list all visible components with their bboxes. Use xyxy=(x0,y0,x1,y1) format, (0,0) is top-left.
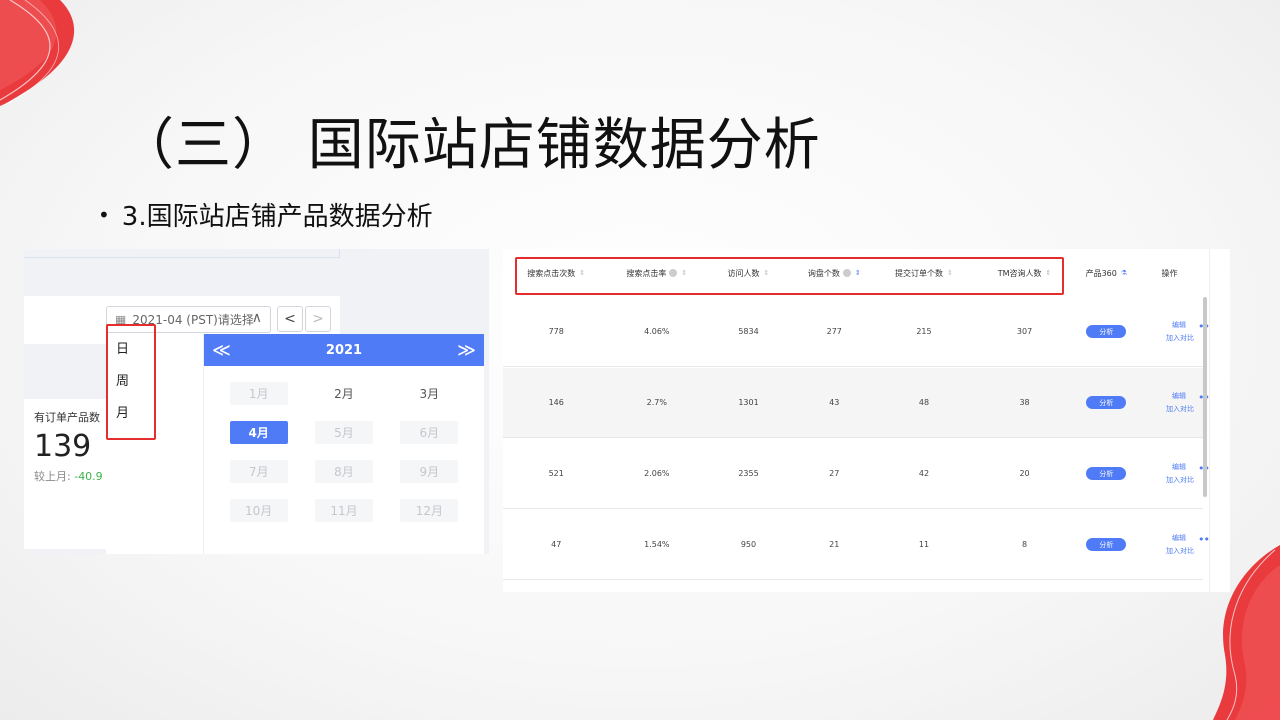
edit-link[interactable]: 编辑 xyxy=(1172,462,1186,472)
cell: 分析 xyxy=(1077,538,1136,551)
add-compare-link[interactable]: 加入对比 xyxy=(1166,404,1194,414)
top-panel-edge xyxy=(24,249,340,258)
cell: 5834 xyxy=(738,327,759,336)
cell: 521 xyxy=(548,469,564,478)
prev-period-button[interactable]: < xyxy=(277,306,303,332)
month-calendar-panel: ≪ 2021 ≫ 1月 2月 3月 4月 5月 6月 7月 8月 9月 10月 … xyxy=(204,334,484,554)
cell: 215 xyxy=(916,327,932,336)
cell: 20 xyxy=(1019,469,1030,478)
cell: 2.06% xyxy=(644,469,670,478)
month-cell[interactable]: 5月 xyxy=(314,421,373,444)
table-right-gutter xyxy=(1209,249,1230,592)
col-header-label: 产品360 xyxy=(1085,268,1117,278)
actions-cell: 编辑加入对比••• xyxy=(1136,317,1215,347)
analyze-button[interactable]: 分析 xyxy=(1086,396,1127,409)
table-row: 146 2.7% 1301 43 48 38 分析 编辑加入对比••• xyxy=(503,368,1215,438)
cell: 27 xyxy=(829,469,840,478)
edit-link[interactable]: 编辑 xyxy=(1172,320,1186,330)
edit-link[interactable]: 编辑 xyxy=(1172,391,1186,401)
cell: 47 xyxy=(551,540,562,549)
month-grid: 1月 2月 3月 4月 5月 6月 7月 8月 9月 10月 11月 12月 xyxy=(204,366,484,522)
calendar-header: ≪ 2021 ≫ xyxy=(204,334,484,366)
month-cell[interactable]: 9月 xyxy=(400,460,459,483)
col-header-label: 操作 xyxy=(1161,268,1178,278)
col-header-actions: 操作 xyxy=(1136,268,1203,279)
product-data-table-screenshot: 搜索点击次数 ⇕ 搜索点击率 ⇕ 访问人数 ⇕ 询盘个数 ⇕ 提交订单个数 ⇕ TM咨询人… xyxy=(503,249,1230,592)
next-year-icon[interactable]: ≫ xyxy=(457,340,476,361)
table-row: 778 4.06% 5834 277 215 307 分析 编辑加入对比••• xyxy=(503,297,1215,367)
analyze-button[interactable]: 分析 xyxy=(1086,538,1127,551)
analyze-button[interactable]: 分析 xyxy=(1086,467,1127,480)
cell: 1.54% xyxy=(644,540,670,549)
add-compare-link[interactable]: 加入对比 xyxy=(1166,546,1194,556)
metric-value: 139 xyxy=(34,429,92,464)
cell: 11 xyxy=(918,540,930,549)
month-cell[interactable]: 12月 xyxy=(400,499,459,522)
bullet-dot: • xyxy=(98,202,110,227)
date-picker-screenshot: ▦ 2021-04 (PST)请选择 ∧ < > 有订单产品数 139 较上月:… xyxy=(24,249,489,554)
cell: 分析 xyxy=(1077,325,1136,338)
bullet-point: • 3.国际站店铺产品数据分析 xyxy=(98,196,433,233)
calendar-year: 2021 xyxy=(325,342,363,358)
cell: 42 xyxy=(918,469,930,478)
month-cell[interactable]: 2月 xyxy=(315,382,373,405)
cell: 277 xyxy=(826,327,842,336)
cell: 778 xyxy=(548,327,564,336)
highlight-box-granularity xyxy=(106,324,156,440)
add-compare-link[interactable]: 加入对比 xyxy=(1166,333,1194,343)
slide-title: （三） 国际站店铺数据分析 xyxy=(118,113,821,178)
table-scrollbar[interactable] xyxy=(1203,297,1207,497)
next-period-button[interactable]: > xyxy=(305,306,331,332)
cell: 307 xyxy=(1016,327,1033,336)
month-cell[interactable]: 6月 xyxy=(400,421,459,444)
cell: 2355 xyxy=(738,469,759,478)
flask-icon[interactable]: ⚗ xyxy=(1121,269,1127,277)
metric-label: 有订单产品数 xyxy=(34,411,100,424)
month-cell[interactable]: 10月 xyxy=(229,499,288,522)
month-cell[interactable]: 8月 xyxy=(314,460,373,483)
metric-compare-label: 较上月: xyxy=(34,470,71,483)
red-ribbon-decoration-top-left xyxy=(0,0,75,106)
month-cell[interactable]: 11月 xyxy=(314,499,373,522)
prev-year-icon[interactable]: ≪ xyxy=(212,340,231,361)
add-compare-link[interactable]: 加入对比 xyxy=(1166,475,1194,485)
table-row: 47 1.54% 950 21 11 8 分析 编辑 加入对比 ••• xyxy=(503,510,1215,580)
month-cell[interactable]: 3月 xyxy=(400,382,458,405)
cell: 4.06% xyxy=(644,327,670,336)
cell: 43 xyxy=(829,398,840,407)
chevron-up-icon[interactable]: ∧ xyxy=(252,310,262,326)
highlight-box-metrics xyxy=(515,257,1064,295)
month-cell-selected[interactable]: 4月 xyxy=(229,421,288,444)
metric-card: 有订单产品数 139 较上月: -40.9 xyxy=(24,399,107,549)
metric-compare: 较上月: -40.9 xyxy=(34,468,103,484)
month-cell[interactable]: 7月 xyxy=(229,460,288,483)
month-cell[interactable]: 1月 xyxy=(229,382,288,405)
cell: 38 xyxy=(1019,398,1030,407)
actions-cell: 编辑加入对比••• xyxy=(1136,388,1215,418)
bullet-text: 3.国际站店铺产品数据分析 xyxy=(121,202,433,232)
col-header-product360: 产品360 ⚗ xyxy=(1077,268,1136,279)
actions-cell: 编辑加入对比••• xyxy=(1136,459,1215,489)
cell: 分析 xyxy=(1077,396,1136,409)
cell: 48 xyxy=(918,398,930,407)
cell: 146 xyxy=(548,398,564,407)
edit-link[interactable]: 编辑 xyxy=(1172,533,1186,543)
cell: 950 xyxy=(740,540,757,549)
analyze-button[interactable]: 分析 xyxy=(1086,325,1127,338)
metric-compare-value: -40.9 xyxy=(74,470,103,483)
cell: 2.7% xyxy=(646,398,667,407)
cell: 21 xyxy=(829,540,840,549)
cell: 8 xyxy=(1022,540,1028,549)
cell: 1301 xyxy=(738,398,759,407)
cell: 分析 xyxy=(1077,467,1136,480)
table-row: 521 2.06% 2355 27 42 20 分析 编辑加入对比••• xyxy=(503,439,1215,509)
actions-cell: 编辑加入对比••• xyxy=(1136,530,1215,560)
